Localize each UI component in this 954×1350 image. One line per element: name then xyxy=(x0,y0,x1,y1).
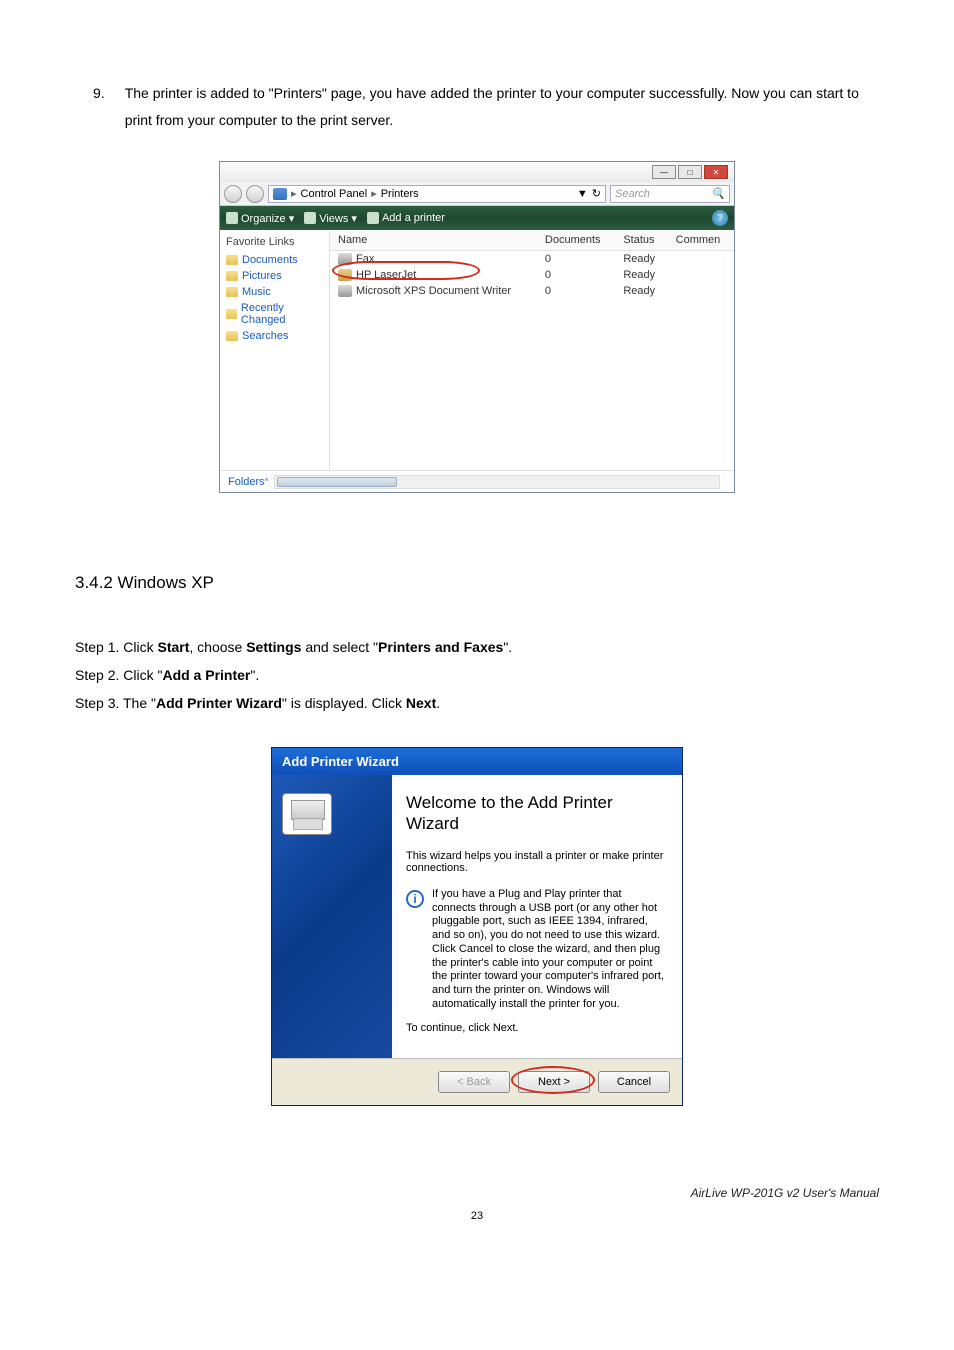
window-body: Favorite Links Documents Pictures Music … xyxy=(220,230,734,470)
add-printer-button[interactable]: Add a printer xyxy=(367,212,445,224)
step-2: Step 2. Click "Add a Printer". xyxy=(75,661,879,689)
sidebar-item-recently-changed[interactable]: Recently Changed xyxy=(226,302,323,326)
wizard-titlebar: Add Printer Wizard xyxy=(272,748,682,775)
horizontal-scrollbar[interactable] xyxy=(274,475,720,489)
vista-screenshot-container: — □ ✕ ▸ Control Panel ▸ Printers ▼ ↻ Sea… xyxy=(75,161,879,493)
content-pane: Name Documents Status Commen Fax 0 Ready xyxy=(330,230,734,470)
page-number: 23 xyxy=(75,1210,879,1222)
refresh-icon[interactable]: ↻ xyxy=(592,187,601,200)
step-number: 9. xyxy=(93,80,105,133)
folder-icon xyxy=(226,287,238,297)
printer-icon xyxy=(338,285,352,297)
organize-icon xyxy=(226,212,238,224)
views-button[interactable]: Views ▾ xyxy=(304,212,357,225)
cancel-button[interactable]: Cancel xyxy=(598,1071,670,1093)
wizard-sidebar xyxy=(272,775,392,1058)
titlebar: — □ ✕ xyxy=(220,162,734,182)
xp-wizard-window: Add Printer Wizard Welcome to the Add Pr… xyxy=(271,747,683,1106)
col-status[interactable]: Status xyxy=(615,230,667,251)
sidebar-item-pictures[interactable]: Pictures xyxy=(226,270,323,282)
next-button[interactable]: Next > xyxy=(518,1071,590,1093)
folder-icon xyxy=(226,271,238,281)
wizard-content: Welcome to the Add Printer Wizard This w… xyxy=(392,775,682,1058)
sidebar-item-documents[interactable]: Documents xyxy=(226,254,323,266)
sidebar: Favorite Links Documents Pictures Music … xyxy=(220,230,330,470)
search-placeholder: Search xyxy=(615,188,650,200)
printer-icon xyxy=(273,188,287,200)
search-icon: 🔍 xyxy=(711,187,725,200)
breadcrumb-sep: ▸ xyxy=(291,187,297,200)
breadcrumb-sep: ▸ xyxy=(371,187,377,200)
search-input[interactable]: Search 🔍 xyxy=(610,185,730,203)
col-documents[interactable]: Documents xyxy=(537,230,615,251)
back-button[interactable] xyxy=(224,185,242,203)
folder-icon xyxy=(226,331,238,341)
step-9: 9. The printer is added to "Printers" pa… xyxy=(75,80,879,133)
organize-button[interactable]: Organize ▾ xyxy=(226,212,294,225)
printer-icon xyxy=(338,269,352,281)
wizard-continue: To continue, click Next. xyxy=(406,1022,666,1034)
step-text: The printer is added to "Printers" page,… xyxy=(125,80,879,133)
table-row[interactable]: Microsoft XPS Document Writer 0 Ready xyxy=(330,283,734,299)
address-bar: ▸ Control Panel ▸ Printers ▼ ↻ Search 🔍 xyxy=(220,182,734,206)
printers-table: Name Documents Status Commen Fax 0 Ready xyxy=(330,230,734,299)
refresh-dropdown[interactable]: ▼ xyxy=(577,188,588,200)
folders-label: Folders xyxy=(228,476,265,488)
info-icon: i xyxy=(406,890,424,908)
xp-screenshot-container: Add Printer Wizard Welcome to the Add Pr… xyxy=(75,747,879,1106)
steps-list: Step 1. Click Start, choose Settings and… xyxy=(75,633,879,717)
chevron-up-icon: ^ xyxy=(265,477,269,486)
step-3: Step 3. The "Add Printer Wizard" is disp… xyxy=(75,689,879,717)
breadcrumb-control-panel[interactable]: Control Panel xyxy=(301,188,368,200)
sidebar-item-music[interactable]: Music xyxy=(226,286,323,298)
scroll-thumb[interactable] xyxy=(277,477,397,487)
table-row[interactable]: HP LaserJet 0 Ready xyxy=(330,267,734,283)
step-1: Step 1. Click Start, choose Settings and… xyxy=(75,633,879,661)
close-button[interactable]: ✕ xyxy=(704,165,728,179)
table-row[interactable]: Fax 0 Ready xyxy=(330,251,734,268)
footer-manual: AirLive WP-201G v2 User's Manual xyxy=(75,1186,879,1200)
minimize-button[interactable]: — xyxy=(652,165,676,179)
vista-window: — □ ✕ ▸ Control Panel ▸ Printers ▼ ↻ Sea… xyxy=(219,161,735,493)
maximize-button[interactable]: □ xyxy=(678,165,702,179)
section-heading: 3.4.2 Windows XP xyxy=(75,573,879,593)
forward-button[interactable] xyxy=(246,185,264,203)
folders-bar[interactable]: Folders ^ xyxy=(220,470,734,492)
wizard-info-box: i If you have a Plug and Play printer th… xyxy=(406,888,666,1012)
wizard-heading: Welcome to the Add Printer Wizard xyxy=(406,793,666,834)
folder-icon xyxy=(226,309,237,319)
wizard-intro: This wizard helps you install a printer … xyxy=(406,850,666,874)
sidebar-title: Favorite Links xyxy=(226,236,323,248)
printer-icon xyxy=(338,253,352,265)
toolbar: Organize ▾ Views ▾ Add a printer ? xyxy=(220,206,734,230)
sidebar-item-searches[interactable]: Searches xyxy=(226,330,323,342)
breadcrumb-printers[interactable]: Printers xyxy=(381,188,419,200)
printer-wizard-icon xyxy=(282,793,332,835)
col-comment[interactable]: Commen xyxy=(668,230,734,251)
add-printer-icon xyxy=(367,212,379,224)
folder-icon xyxy=(226,255,238,265)
wizard-body: Welcome to the Add Printer Wizard This w… xyxy=(272,775,682,1058)
wizard-buttons: < Back Next > Cancel xyxy=(272,1058,682,1105)
views-icon xyxy=(304,212,316,224)
wizard-info-text: If you have a Plug and Play printer that… xyxy=(432,888,666,1012)
help-icon[interactable]: ? xyxy=(712,210,728,226)
back-button: < Back xyxy=(438,1071,510,1093)
col-name[interactable]: Name xyxy=(330,230,537,251)
address-field[interactable]: ▸ Control Panel ▸ Printers ▼ ↻ xyxy=(268,185,606,203)
